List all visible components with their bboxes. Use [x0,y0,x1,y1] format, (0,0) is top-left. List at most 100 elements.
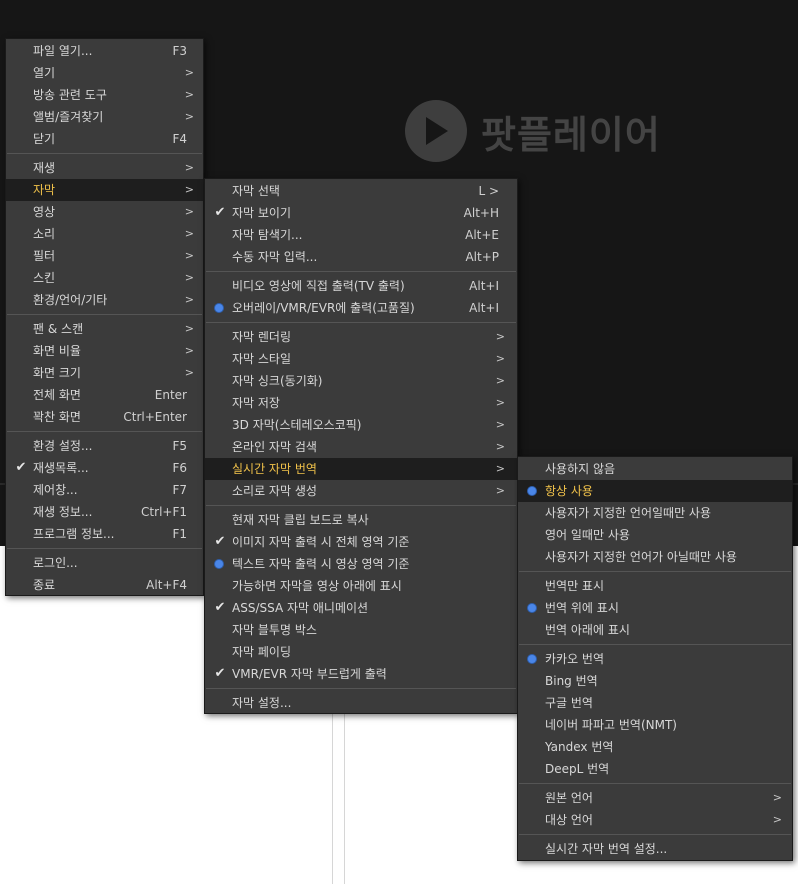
subtitle-menu-item[interactable]: ✔ VMR/EVR 자막 부드럽게 출력 [205,663,517,685]
translation-menu-item[interactable]: 영어 일때만 사용 [518,524,792,546]
menu-item-label: 재생 [33,161,56,175]
main-menu-item[interactable]: 전체 화면 Enter [6,384,203,406]
translation-menu-item[interactable]: Bing 번역 [518,670,792,692]
subtitle-menu-item[interactable]: 수동 자막 입력... Alt+P [205,246,517,268]
subtitle-menu-item[interactable]: ✔ 이미지 자막 출력 시 전체 영역 기준 [205,531,517,553]
submenu-arrow-icon: > [772,791,782,804]
main-menu-item[interactable]: 자막 > [6,179,203,201]
translation-menu-item[interactable]: DeepL 번역 [518,758,792,780]
menu-item-label: 자막 탐색기... [232,228,303,242]
menu-item-label: 사용하지 않음 [545,462,616,476]
main-menu-item[interactable]: 필터 > [6,245,203,267]
menu-item-label: 번역만 표시 [545,579,605,593]
subtitle-menu-item[interactable]: 온라인 자막 검색 > [205,436,517,458]
main-menu-item[interactable]: 꽉찬 화면 Ctrl+Enter [6,406,203,428]
subtitle-menu-item[interactable]: 현재 자막 클립 보드로 복사 [205,509,517,531]
subtitle-menu-item[interactable]: 텍스트 자막 출력 시 영상 영역 기준 [205,553,517,575]
subtitle-menu-item[interactable]: 실시간 자막 번역 > [205,458,517,480]
menu-item-shortcut: F3 [172,44,187,58]
translation-menu-item[interactable]: 번역 아래에 표시 [518,619,792,641]
subtitle-menu-item[interactable]: 자막 렌더링 > [205,326,517,348]
menu-item-label: 자막 보이기 [232,206,292,220]
main-menu-item[interactable]: 소리 > [6,223,203,245]
main-menu-item[interactable]: 열기 > [6,62,203,84]
subtitle-menu-item[interactable]: 자막 블투명 박스 [205,619,517,641]
subtitle-menu-item[interactable]: 자막 싱크(동기화) > [205,370,517,392]
subtitle-menu-item[interactable]: ✔ ASS/SSA 자막 애니메이션 [205,597,517,619]
main-menu-item[interactable]: 영상 > [6,201,203,223]
subtitle-menu-item[interactable]: 자막 페이딩 [205,641,517,663]
main-menu-item[interactable]: 제어창... F7 [6,479,203,501]
translation-menu-item[interactable]: 번역 위에 표시 [518,597,792,619]
menu-item-label: 자막 설정... [232,696,292,710]
translation-menu-item[interactable]: Yandex 번역 [518,736,792,758]
menu-item-label: 자막 스타일 [232,352,292,366]
main-menu-item[interactable]: 화면 크기 > [6,362,203,384]
main-menu-item[interactable]: 화면 비율 > [6,340,203,362]
subtitle-menu-item[interactable]: 자막 저장 > [205,392,517,414]
main-menu-item[interactable]: 환경 설정... F5 [6,435,203,457]
menu-item-label: 필터 [33,249,56,263]
menu-item-label: 꽉찬 화면 [33,410,81,424]
menu-separator [7,153,202,154]
menu-item-shortcut: Enter [154,388,187,402]
translation-menu-item[interactable]: 대상 언어 > [518,809,792,831]
menu-separator [519,644,791,645]
translation-menu-item[interactable]: 실시간 자막 번역 설정... [518,838,792,860]
subtitle-menu-item[interactable]: 자막 설정... [205,692,517,714]
menu-item-label: 프로그램 정보... [33,527,115,541]
subtitle-menu-item[interactable]: 비디오 영상에 직접 출력(TV 출력) Alt+I [205,275,517,297]
logo-text: 팟플레이어 [481,112,661,157]
translation-menu-item[interactable]: 원본 언어 > [518,787,792,809]
main-menu-item[interactable]: 파일 열기... F3 [6,40,203,62]
subtitle-menu-item[interactable]: 자막 선택 L > [205,180,517,202]
menu-item-label: 실시간 자막 번역 [232,462,317,476]
subtitle-menu-item[interactable]: 소리로 자막 생성 > [205,480,517,502]
menu-separator [519,834,791,835]
main-menu-item[interactable]: 앨범/즐겨찾기 > [6,106,203,128]
menu-item-shortcut: F7 [172,483,187,497]
main-menu-item[interactable]: 재생 정보... Ctrl+F1 [6,501,203,523]
translation-menu-item[interactable]: 네이버 파파고 번역(NMT) [518,714,792,736]
menu-item-shortcut: Alt+F4 [146,578,187,592]
main-menu-item[interactable]: 스킨 > [6,267,203,289]
subtitle-menu-item[interactable]: 오버레이/VMR/EVR에 출력(고품질) Alt+I [205,297,517,319]
menu-item-label: 스킨 [33,271,56,285]
main-menu-item[interactable]: 재생 > [6,157,203,179]
menu-separator [206,322,516,323]
main-menu-item[interactable]: ✔ 재생목록... F6 [6,457,203,479]
menu-item-label: 수동 자막 입력... [232,250,318,264]
menu-item-shortcut: F4 [172,132,187,146]
menu-item-label: 소리로 자막 생성 [232,484,317,498]
menu-item-label: 사용자가 지정한 언어일때만 사용 [545,506,712,520]
menu-item-label: 종료 [33,578,56,592]
translation-menu-item[interactable]: 구글 번역 [518,692,792,714]
menu-item-shortcut: Ctrl+F1 [141,505,187,519]
menu-item-label: 번역 위에 표시 [545,601,619,615]
menu-item-shortcut: Alt+P [465,250,499,264]
menu-separator [7,548,202,549]
subtitle-menu-item[interactable]: ✔ 자막 보이기 Alt+H [205,202,517,224]
translation-menu-item[interactable]: 번역만 표시 [518,575,792,597]
main-menu-item[interactable]: 팬 & 스캔 > [6,318,203,340]
submenu-arrow-icon: > [495,374,505,387]
subtitle-menu-item[interactable]: 3D 자막(스테레오스코픽) > [205,414,517,436]
translation-menu-item[interactable]: 사용하지 않음 [518,458,792,480]
main-menu-item[interactable]: 환경/언어/기타 > [6,289,203,311]
context-menu-subtitle: 자막 선택 L > ✔ 자막 보이기 Alt+H 자막 탐색기... Alt+E 수동 자막 … [204,178,518,714]
translation-menu-item[interactable]: 사용자가 지정한 언어일때만 사용 [518,502,792,524]
menu-item-label: 앨범/즐겨찾기 [33,110,104,124]
subtitle-menu-item[interactable]: 자막 스타일 > [205,348,517,370]
menu-item-label: 영어 일때만 사용 [545,528,630,542]
subtitle-menu-item[interactable]: 가능하면 자막을 영상 아래에 표시 [205,575,517,597]
translation-menu-item[interactable]: 항상 사용 [518,480,792,502]
translation-menu-item[interactable]: 카카오 번역 [518,648,792,670]
main-menu-item[interactable]: 종료 Alt+F4 [6,574,203,596]
menu-item-label: 번역 아래에 표시 [545,623,630,637]
translation-menu-item[interactable]: 사용자가 지정한 언어가 아닐때만 사용 [518,546,792,568]
main-menu-item[interactable]: 닫기 F4 [6,128,203,150]
main-menu-item[interactable]: 방송 관련 도구 > [6,84,203,106]
main-menu-item[interactable]: 로그인... [6,552,203,574]
subtitle-menu-item[interactable]: 자막 탐색기... Alt+E [205,224,517,246]
main-menu-item[interactable]: 프로그램 정보... F1 [6,523,203,545]
